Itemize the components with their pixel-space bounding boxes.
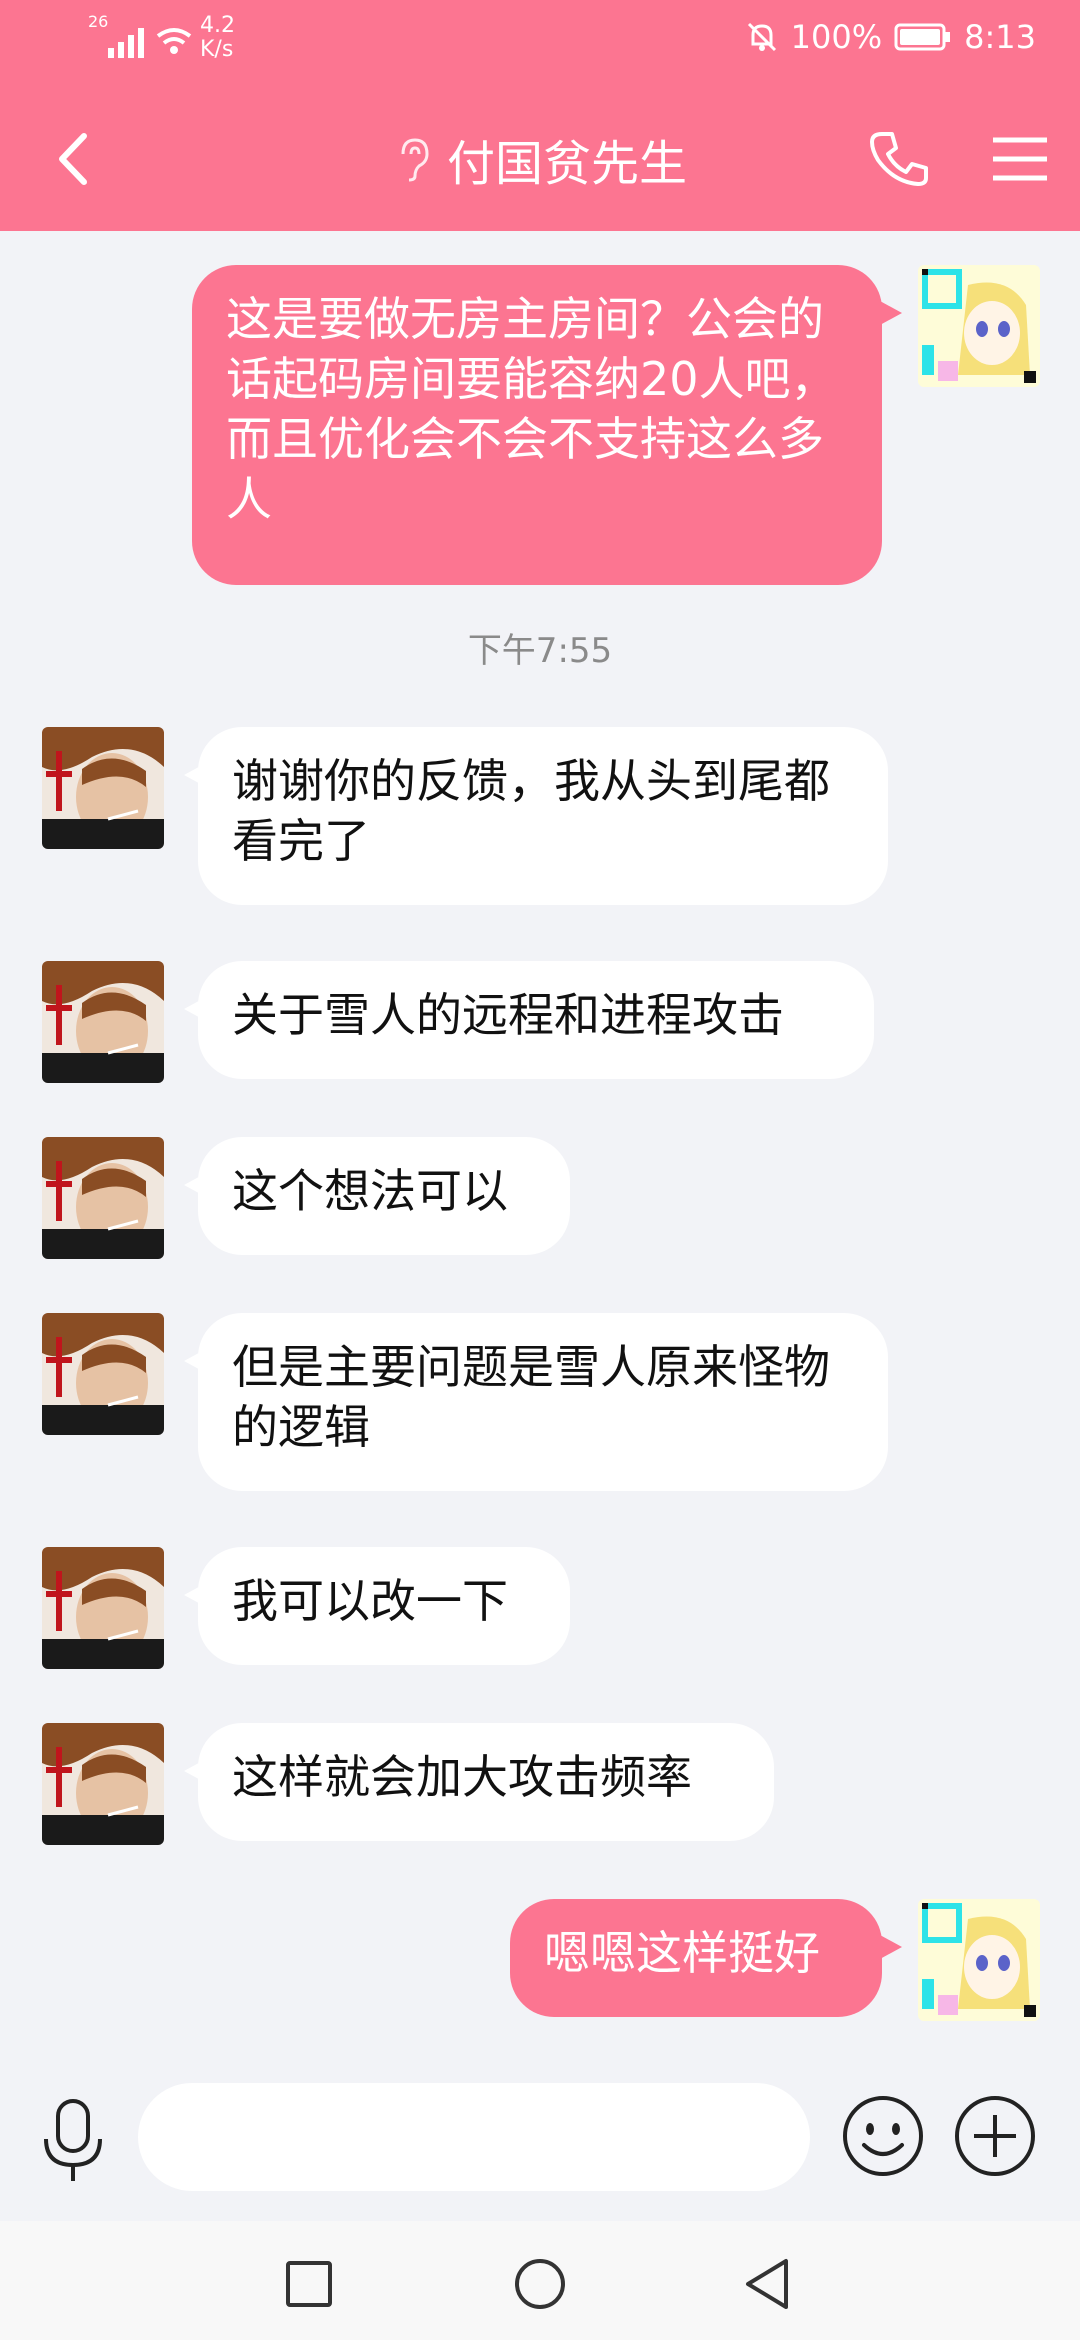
mute-icon	[747, 22, 776, 52]
bubble-tail	[880, 301, 902, 325]
avatar-contact[interactable]	[42, 1313, 164, 1435]
message-bubble-incoming[interactable]: 我可以改一下	[198, 1547, 570, 1665]
network-type-label: 26	[88, 12, 109, 31]
back-nav-icon[interactable]	[734, 2249, 804, 2319]
message-text: 这是要做无房主房间？公会的话起码房间要能容纳20人吧，而且优化会不会不支持这么多…	[226, 292, 837, 526]
avatar-contact[interactable]	[42, 961, 164, 1083]
message-input[interactable]	[138, 2083, 810, 2191]
avatar-contact[interactable]	[42, 1547, 164, 1669]
status-bar: 26 4.2 K/s 100% 8:13	[0, 0, 1080, 80]
battery-percent: 100%	[790, 18, 883, 56]
nav-bar: 付国贫先生	[0, 110, 1080, 210]
message-text: 但是主要问题是雪人原来怪物的逻辑	[232, 1340, 830, 1454]
message-bubble-incoming[interactable]: 但是主要问题是雪人原来怪物的逻辑	[198, 1313, 888, 1491]
message-text: 我可以改一下	[232, 1574, 508, 1628]
message-text: 关于雪人的远程和进程攻击	[232, 988, 784, 1042]
message-bubble-incoming[interactable]: 这样就会加大攻击频率	[198, 1723, 774, 1841]
network-speed-unit: K/s	[200, 37, 234, 62]
message-text: 谢谢你的反馈，我从头到尾都看完了	[232, 754, 830, 868]
status-right-group: 100% 8:13	[745, 18, 1036, 56]
avatar-contact[interactable]	[42, 1723, 164, 1845]
phone-icon[interactable]	[864, 124, 934, 194]
emoji-icon[interactable]	[838, 2091, 928, 2181]
timestamp: 下午7:55	[467, 631, 613, 671]
home-icon[interactable]	[505, 2249, 575, 2319]
system-nav-bar	[0, 2221, 1080, 2340]
avatar-contact[interactable]	[42, 1137, 164, 1259]
message-text: 这个想法可以	[232, 1164, 508, 1218]
avatar-contact[interactable]	[42, 727, 164, 849]
bubble-tail	[880, 1935, 902, 1959]
message-text: 这样就会加大攻击频率	[232, 1750, 692, 1804]
clock: 8:13	[964, 18, 1036, 56]
message-text: 嗯嗯这样挺好	[544, 1926, 820, 1980]
network-speed: 4.2 K/s	[200, 14, 235, 62]
chat-title: 付国贫先生	[446, 136, 687, 192]
message-bubble-incoming[interactable]: 这个想法可以	[198, 1137, 570, 1255]
recents-icon[interactable]	[274, 2249, 344, 2319]
mic-icon[interactable]	[36, 2095, 110, 2187]
input-bar	[0, 2061, 1080, 2221]
network-speed-value: 4.2	[200, 13, 235, 38]
ear-icon	[401, 138, 429, 182]
message-bubble-outgoing[interactable]: 嗯嗯这样挺好	[510, 1899, 882, 2017]
message-list: 这是要做无房主房间？公会的话起码房间要能容纳20人吧，而且优化会不会不支持这么多…	[0, 231, 1080, 2061]
avatar-me[interactable]	[918, 265, 1040, 387]
message-bubble-outgoing[interactable]: 这是要做无房主房间？公会的话起码房间要能容纳20人吧，而且优化会不会不支持这么多…	[192, 265, 882, 585]
menu-icon[interactable]	[985, 124, 1055, 194]
battery-icon	[894, 23, 951, 51]
plus-icon[interactable]	[950, 2091, 1040, 2181]
message-bubble-incoming[interactable]: 关于雪人的远程和进程攻击	[198, 961, 874, 1079]
chat-header: 26 4.2 K/s 100% 8:13 付国贫先生	[0, 0, 1080, 231]
avatar-me[interactable]	[918, 1899, 1040, 2021]
message-bubble-incoming[interactable]: 谢谢你的反馈，我从头到尾都看完了	[198, 727, 888, 905]
